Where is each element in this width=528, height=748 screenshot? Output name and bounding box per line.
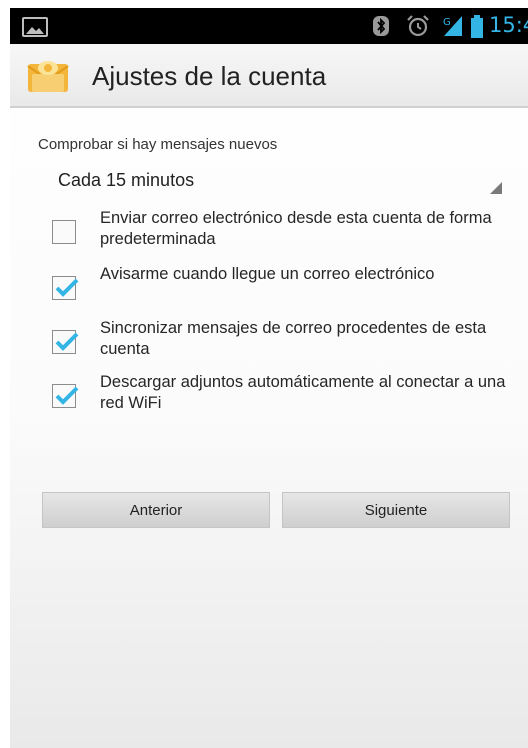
page-title: Ajustes de la cuenta: [92, 61, 327, 91]
bluetooth-icon: [373, 16, 389, 36]
email-app-icon[interactable]: [26, 56, 70, 96]
option-download-attachments[interactable]: Descargar adjuntos automáticamente al co…: [48, 372, 518, 424]
option-default-account[interactable]: Enviar correo electrónico desde esta cue…: [48, 208, 518, 260]
image-icon: [22, 17, 48, 37]
sync-frequency-spinner[interactable]: Cada 15 minutos: [44, 166, 510, 200]
svg-text:G: G: [443, 17, 451, 28]
status-time: 15:40: [489, 13, 528, 37]
screen: G 15:40 Ajustes de la cuenta Comprobar s…: [10, 0, 528, 748]
checkmark-icon: [55, 386, 79, 405]
sync-frequency-label: Comprobar si hay mensajes nuevos: [38, 136, 278, 153]
option-label: Descargar adjuntos automáticamente al co…: [100, 373, 506, 412]
sync-frequency-value: Cada 15 minutos: [58, 170, 195, 190]
next-button[interactable]: Siguiente: [282, 492, 510, 528]
spinner-arrow-icon: [490, 182, 502, 194]
alarm-icon: [407, 15, 429, 37]
action-bar: Ajustes de la cuenta: [10, 44, 528, 108]
option-label: Sincronizar mensajes de correo procedent…: [100, 319, 487, 358]
status-bar: G 15:40: [10, 8, 528, 44]
checkbox-checked[interactable]: [52, 276, 79, 300]
checkmark-icon: [55, 332, 79, 351]
checkmark-icon: [55, 278, 79, 297]
checkbox-checked[interactable]: [52, 384, 79, 408]
signal-icon: G: [443, 16, 462, 36]
checkbox-checked[interactable]: [52, 330, 79, 354]
option-sync-email[interactable]: Sincronizar mensajes de correo procedent…: [48, 318, 518, 370]
option-notify-email[interactable]: Avisarme cuando llegue un correo electró…: [48, 264, 518, 316]
checkbox-unchecked[interactable]: [52, 220, 76, 244]
previous-button[interactable]: Anterior: [42, 492, 270, 528]
option-label: Avisarme cuando llegue un correo electró…: [100, 265, 435, 283]
battery-icon: [471, 15, 483, 38]
option-label: Enviar correo electrónico desde esta cue…: [100, 209, 492, 248]
